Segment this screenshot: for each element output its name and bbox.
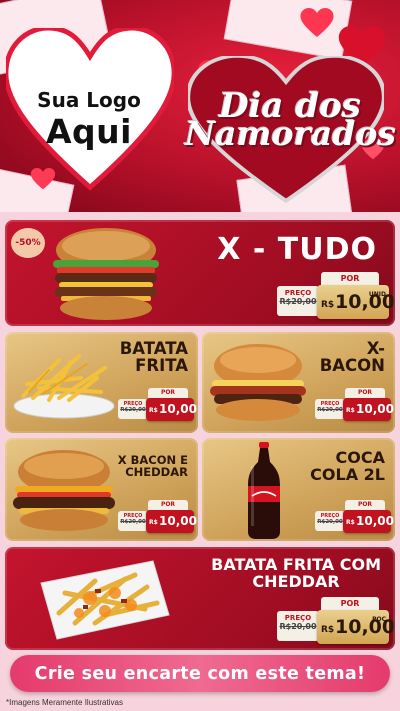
heart-icon xyxy=(300,8,334,37)
old-price-box: PREÇO R$20,00 xyxy=(277,611,319,641)
new-price-label: POR xyxy=(321,272,379,285)
new-price-label: POR xyxy=(148,388,188,398)
new-price-box: R$ 10,00 xyxy=(343,510,394,533)
price-tag: POR PREÇO R$20,00 R$ 10,00 xyxy=(118,388,197,422)
product-card-x-bacon-cheddar[interactable]: X BACON E CHEDDAR POR PREÇO R$20,00 R$ 1… xyxy=(5,438,198,541)
old-price-label: PREÇO xyxy=(284,289,312,297)
product-name-line2: CHEDDAR xyxy=(125,465,188,480)
new-price-value: 10,00 xyxy=(356,514,394,528)
unit-label: POÇ xyxy=(372,616,386,623)
new-price-box: R$ 10,00 xyxy=(146,510,197,533)
product-name: X BACON E CHEDDAR xyxy=(118,454,188,478)
unit-label: UNID xyxy=(368,291,386,298)
product-name-line2: BACON xyxy=(319,356,385,376)
logo-placeholder-line2: Aqui xyxy=(46,112,132,151)
product-name: BATATA FRITA xyxy=(120,340,188,375)
burger-image xyxy=(53,228,159,320)
old-price-value: R$20,00 xyxy=(279,297,317,306)
currency-symbol: R$ xyxy=(321,300,335,310)
old-price-box: PREÇO R$20,00 xyxy=(118,399,148,419)
disclaimer-text: *Imagens Meramente Ilustrativas xyxy=(6,698,123,707)
currency-symbol: R$ xyxy=(321,625,335,635)
fries-image xyxy=(13,354,115,419)
product-name-line2: CHEDDAR xyxy=(252,571,340,591)
product-name-line2: COLA 2L xyxy=(310,464,385,484)
burger-image xyxy=(210,344,306,421)
old-price-box: PREÇO R$20,00 xyxy=(315,511,345,531)
new-price-box: R$ 10,00 UNID xyxy=(317,285,395,319)
product-name: COCA COLA 2L xyxy=(310,449,385,484)
product-card-x-tudo[interactable]: -50% X - TUDO POR PREÇO R$20,00 R$ 10,00… xyxy=(5,220,395,326)
currency-symbol: R$ xyxy=(346,407,355,414)
price-tag: POR PREÇO R$20,00 R$ 10,00 xyxy=(315,500,394,534)
product-card-x-bacon[interactable]: X- BACON POR PREÇO R$20,00 R$ 10,00 xyxy=(202,332,395,433)
product-card-coca-cola[interactable]: COCA COLA 2L POR PREÇO R$20,00 R$ 10,00 xyxy=(202,438,395,541)
product-name: X - TUDO xyxy=(217,232,377,267)
promo-flyer: Sua Logo Aqui Dia dos Namorados -50% X -… xyxy=(0,0,400,711)
old-price-box: PREÇO R$20,00 xyxy=(315,399,345,419)
price-tag: POR PREÇO R$20,00 R$ 10,00 xyxy=(315,388,394,422)
product-name-line1: X- xyxy=(366,339,385,358)
new-price-label: POR xyxy=(345,388,385,398)
burger-image xyxy=(13,450,115,531)
new-price-value: 10,00 xyxy=(159,514,197,528)
cta-button[interactable]: Crie seu encarte com este tema! xyxy=(10,655,390,692)
new-price-box: R$ 10,00 POÇ xyxy=(317,610,395,644)
new-price-box: R$ 10,00 xyxy=(146,398,197,421)
header-banner: Sua Logo Aqui Dia dos Namorados xyxy=(0,0,400,212)
discount-badge: -50% xyxy=(11,228,45,258)
price-tag: POR PREÇO R$20,00 R$ 10,00 POÇ xyxy=(277,597,395,647)
title-line2: Namorados xyxy=(185,114,396,153)
new-price-value: 10,00 xyxy=(356,402,394,416)
product-name-line1: BATATA xyxy=(119,339,188,358)
old-price-value: R$20,00 xyxy=(317,407,343,413)
cheddar-fries-image xyxy=(40,560,170,640)
new-price-label: POR xyxy=(148,500,188,510)
new-price-label: POR xyxy=(321,597,379,610)
logo-placeholder-line1: Sua Logo xyxy=(37,88,141,112)
price-tag: POR PREÇO R$20,00 R$ 10,00 UNID xyxy=(277,272,395,322)
old-price-value: R$20,00 xyxy=(120,519,146,525)
old-price-value: R$20,00 xyxy=(120,407,146,413)
soda-bottle-image xyxy=(248,442,280,539)
price-tag: POR PREÇO R$20,00 R$ 10,00 xyxy=(118,500,197,534)
old-price-value: R$20,00 xyxy=(317,519,343,525)
product-name: X- BACON xyxy=(320,340,385,375)
currency-symbol: R$ xyxy=(149,407,158,414)
new-price-value: 10,00 xyxy=(335,616,395,638)
currency-symbol: R$ xyxy=(149,519,158,526)
old-price-box: PREÇO R$20,00 xyxy=(277,286,319,316)
old-price-box: PREÇO R$20,00 xyxy=(118,511,148,531)
product-name: BATATA FRITA COM CHEDDAR xyxy=(211,556,381,591)
new-price-label: POR xyxy=(345,500,385,510)
old-price-value: R$20,00 xyxy=(279,622,317,631)
product-card-batata-cheddar[interactable]: BATATA FRITA COM CHEDDAR POR PREÇO R$20,… xyxy=(5,547,395,650)
currency-symbol: R$ xyxy=(346,519,355,526)
product-name-line2: FRITA xyxy=(135,356,188,376)
new-price-value: 10,00 xyxy=(159,402,197,416)
product-card-batata-frita[interactable]: BATATA FRITA POR PREÇO R$20,00 R$ 10,00 xyxy=(5,332,198,433)
old-price-label: PREÇO xyxy=(284,614,312,622)
new-price-box: R$ 10,00 xyxy=(343,398,394,421)
new-price-value: 10,00 xyxy=(335,291,395,313)
